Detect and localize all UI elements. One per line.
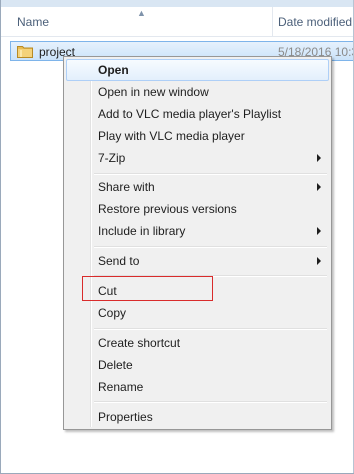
submenu-arrow-icon — [317, 257, 321, 265]
menu-item-label: Delete — [98, 358, 133, 372]
menu-item-label: Share with — [98, 180, 155, 194]
folder-icon — [17, 46, 33, 58]
menu-item-open[interactable]: Open — [66, 59, 329, 81]
column-header-row: ▲ Name Date modified — [1, 7, 353, 37]
column-header-date-label: Date modified — [278, 15, 353, 29]
menu-item-delete[interactable]: Delete — [66, 354, 329, 376]
menu-item-label: Include in library — [98, 224, 186, 238]
column-header-name-label: Name — [17, 15, 50, 29]
menu-item-label: Rename — [98, 380, 144, 394]
menu-item-properties[interactable]: Properties — [66, 406, 329, 428]
menu-item-label: Play with VLC media player — [98, 129, 245, 143]
column-header-date-modified[interactable]: Date modified — [273, 7, 354, 36]
menu-item-label: Copy — [98, 306, 127, 320]
menu-separator — [94, 246, 327, 248]
menu-item-send-to[interactable]: Send to — [66, 250, 329, 272]
menu-item-create-shortcut[interactable]: Create shortcut — [66, 332, 329, 354]
menu-item-label: Add to VLC media player's Playlist — [98, 107, 282, 121]
menu-item-play-with-vlc[interactable]: Play with VLC media player — [66, 125, 329, 147]
menu-item-add-to-vlc-playlist[interactable]: Add to VLC media player's Playlist — [66, 103, 329, 125]
menu-item-share-with[interactable]: Share with — [66, 176, 329, 198]
menu-item-include-in-library[interactable]: Include in library — [66, 220, 329, 242]
menu-item-copy[interactable]: Copy — [66, 302, 329, 324]
column-header-name[interactable]: ▲ Name — [1, 7, 273, 36]
menu-item-label: Create shortcut — [98, 336, 181, 350]
menu-item-label: Open in new window — [98, 85, 209, 99]
submenu-arrow-icon — [317, 154, 321, 162]
submenu-arrow-icon — [317, 183, 321, 191]
menu-separator — [94, 401, 327, 403]
menu-item-7zip[interactable]: 7-Zip — [66, 147, 329, 169]
menu-item-label: 7-Zip — [98, 151, 126, 165]
window-left-border — [0, 0, 1, 474]
menu-item-label: Open — [98, 63, 129, 77]
menu-item-label: Restore previous versions — [98, 202, 237, 216]
sort-ascending-icon: ▲ — [137, 8, 146, 18]
menu-item-label: Properties — [98, 410, 153, 424]
menu-separator — [94, 328, 327, 330]
cut-highlight-box — [82, 276, 213, 301]
menu-item-open-in-new-window[interactable]: Open in new window — [66, 81, 329, 103]
submenu-arrow-icon — [317, 227, 321, 235]
menu-separator — [94, 173, 327, 175]
window-top-strip — [0, 0, 354, 7]
menu-item-label: Send to — [98, 254, 140, 268]
context-menu: Open Open in new window Add to VLC media… — [63, 56, 332, 430]
menu-item-rename[interactable]: Rename — [66, 376, 329, 398]
menu-item-restore-previous-versions[interactable]: Restore previous versions — [66, 198, 329, 220]
